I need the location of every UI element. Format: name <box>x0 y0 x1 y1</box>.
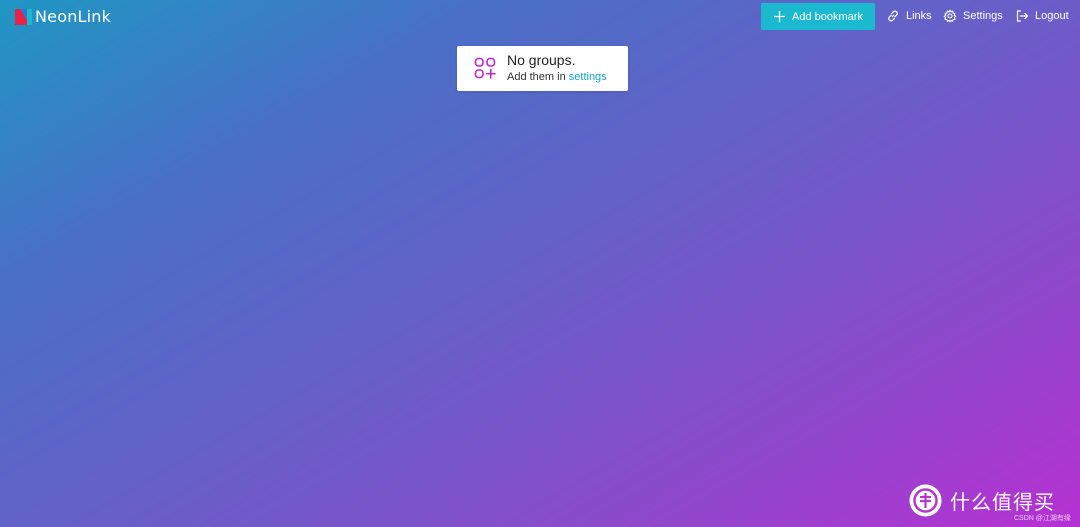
top-bar: NeonLink Add bookmark Links Settings Log… <box>0 0 1080 32</box>
add-bookmark-label: Add bookmark <box>792 10 863 23</box>
add-bookmark-button[interactable]: Add bookmark <box>761 3 875 30</box>
plus-icon <box>774 11 786 22</box>
link-icon <box>888 10 898 22</box>
neonlink-logo-icon <box>15 8 32 25</box>
empty-state-subtitle-text: Add them in <box>507 71 569 83</box>
logout-icon <box>1016 10 1029 22</box>
empty-groups-card: No groups. Add them in settings <box>457 46 628 91</box>
settings-link[interactable]: settings <box>569 71 607 83</box>
nav-settings[interactable]: Settings <box>943 8 1003 24</box>
watermark-text: 什么值得买 <box>950 489 1055 514</box>
empty-state-title: No groups. <box>507 52 576 68</box>
nav-logout-label: Logout <box>1035 10 1069 22</box>
app-name: NeonLink <box>35 6 112 26</box>
nav-logout[interactable]: Logout <box>1015 8 1069 24</box>
empty-state-subtitle: Add them in settings <box>507 71 607 83</box>
app-logo[interactable]: NeonLink <box>15 6 112 26</box>
watermark: 什么值得买 <box>909 483 1055 517</box>
add-group-icon <box>474 57 496 79</box>
smzdm-logo-icon <box>909 484 942 516</box>
nav-settings-label: Settings <box>963 10 1003 22</box>
watermark-caption: CSDN @江湖有缘 <box>1014 515 1071 522</box>
nav-links-label: Links <box>906 10 932 22</box>
nav-links[interactable]: Links <box>886 8 932 24</box>
gear-icon <box>943 9 957 23</box>
